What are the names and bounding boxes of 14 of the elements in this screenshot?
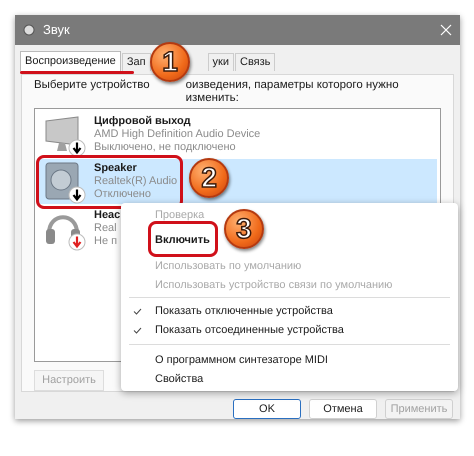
device-status: Не п: [94, 235, 118, 248]
device-driver: AMD High Definition Audio Device: [94, 128, 260, 141]
device-status: Выключено, не подключено: [94, 141, 237, 154]
instruction-text: Выберите устройство: [34, 79, 150, 93]
instruction-text: оизведения, параметры которого нужно изменить:: [186, 79, 400, 105]
device-status: Отключено: [94, 188, 152, 201]
device-driver: Realtek(R) Audio: [94, 175, 178, 188]
device-name: Speaker: [94, 162, 138, 175]
device-driver: Real: [94, 222, 118, 235]
window-title: Звук: [43, 21, 70, 40]
device-name: Heac: [94, 209, 120, 222]
step-number-badge: 3: [224, 209, 264, 250]
step-number-badge: 2: [189, 158, 230, 198]
device-name: Цифровой выход: [94, 115, 192, 128]
